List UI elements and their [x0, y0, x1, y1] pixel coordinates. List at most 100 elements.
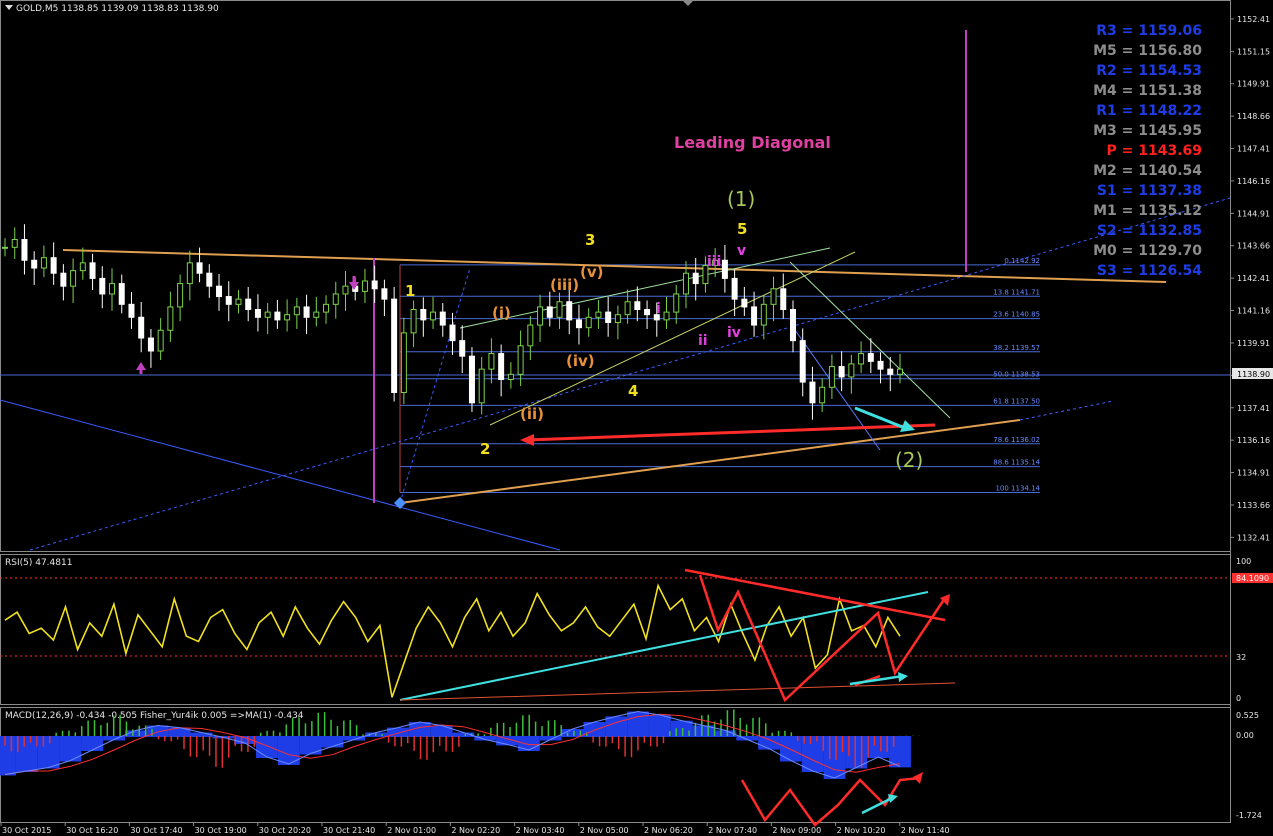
macd-axis-zero: 0.00 — [1236, 731, 1254, 740]
bull-candle — [109, 283, 116, 295]
price-tick-label: 1133.66 — [1237, 501, 1270, 510]
bear-candle — [128, 303, 135, 318]
bull-candle — [858, 353, 865, 365]
macd-bar — [37, 736, 60, 769]
minor-i-label: i — [656, 301, 661, 317]
price-tick-label: 1148.66 — [1237, 112, 1270, 121]
bull-candle — [313, 311, 320, 318]
bull-candle — [488, 353, 495, 370]
pivot-level-r1: R1 = 1148.22 — [1096, 103, 1202, 119]
price-tick-label: 1152.41 — [1237, 15, 1270, 24]
sub-wave-iii-label: (iii) — [550, 276, 579, 294]
bull-candle — [70, 270, 77, 287]
bull-candle — [284, 314, 291, 321]
fib-level-label: 38.2 1139.57 — [993, 344, 1040, 352]
bear-candle — [216, 285, 223, 298]
price-tick-label: 1132.41 — [1237, 533, 1270, 542]
bull-candle — [430, 311, 437, 321]
time-tick-label: 2 Nov 05:00 — [580, 826, 629, 835]
bear-candle — [867, 353, 874, 362]
time-tick-label: 2 Nov 02:20 — [451, 826, 500, 835]
bull-candle — [897, 368, 903, 375]
bear-candle — [566, 301, 573, 321]
bull-candle — [682, 272, 689, 295]
rsi-level-value: 84.1090 — [1236, 574, 1269, 583]
price-tick-label: 1142.41 — [1237, 274, 1270, 283]
bear-candle — [721, 259, 728, 279]
wave-1-label: 1 — [405, 282, 415, 300]
bear-candle — [391, 298, 398, 393]
price-tick-label: 1143.66 — [1237, 242, 1270, 251]
macd-bar — [15, 736, 38, 772]
bull-candle — [507, 373, 514, 381]
rsi-axis-0: 0 — [1236, 694, 1241, 703]
bear-candle — [692, 272, 699, 285]
bear-candle — [887, 368, 894, 375]
macd-axis-top: 0.525 — [1236, 711, 1259, 720]
macd-bar — [430, 725, 453, 737]
fib-level-label: 0 1142.92 — [1004, 257, 1040, 265]
bull-candle — [2, 246, 8, 249]
bull-candle — [177, 283, 184, 308]
bear-candle — [751, 306, 758, 326]
bear-candle — [381, 288, 388, 300]
bull-candle — [828, 366, 835, 388]
wave-4-label: 4 — [628, 382, 638, 400]
pivot-level-s2: S2 = 1132.85 — [1097, 223, 1202, 239]
fib-level-label: 88.6 1135.14 — [993, 459, 1040, 467]
bear-candle — [89, 262, 96, 279]
price-tick-label: 1151.15 — [1237, 48, 1270, 57]
time-tick-label: 30 Oct 20:20 — [259, 826, 311, 835]
bull-candle — [323, 303, 330, 313]
bear-candle — [634, 301, 641, 311]
price-tick-label: 1146.16 — [1237, 177, 1270, 186]
bull-candle — [527, 324, 534, 347]
bear-candle — [225, 296, 232, 305]
bear-candle — [420, 309, 427, 321]
price-tick-label: 1147.41 — [1237, 145, 1270, 154]
bear-candle — [741, 298, 748, 308]
wave-2-label: 2 — [480, 440, 490, 458]
bear-candle — [138, 316, 145, 339]
time-tick-label: 30 Oct 2015 — [2, 826, 51, 835]
bear-candle — [371, 280, 378, 290]
bear-candle — [99, 277, 106, 295]
wave-2-major-label: (2) — [895, 448, 923, 472]
rsi-header: RSI(5) 47.4811 — [5, 558, 72, 568]
bull-candle — [342, 285, 349, 295]
pivot-level-r2: R2 = 1154.53 — [1096, 63, 1202, 79]
macd-bar — [517, 736, 540, 751]
bear-candle — [206, 272, 213, 287]
pivot-level-m4: M4 = 1151.38 — [1093, 83, 1202, 99]
bull-candle — [556, 301, 563, 318]
bear-candle — [439, 311, 446, 326]
macd-bar — [648, 715, 671, 737]
bull-candle — [517, 345, 524, 375]
bear-candle — [498, 353, 505, 381]
bear-candle — [449, 324, 456, 342]
macd-bar — [867, 736, 890, 758]
bull-candle — [848, 363, 855, 378]
bear-candle — [254, 309, 261, 318]
macd-axis-bottom: -1.724 — [1236, 811, 1262, 820]
bear-candle — [644, 309, 651, 316]
pivot-level-p: P = 1143.69 — [1106, 143, 1202, 159]
mt4-chart-window[interactable]: 0 1142.92 13.8 1141.71 23.6 1140.85 38.2 11… — [0, 0, 1273, 836]
bull-candle — [264, 311, 271, 318]
sub-wave-iv-label: (iv) — [566, 352, 595, 370]
minor-v-label: v — [737, 243, 746, 259]
time-tick-label: 2 Nov 07:40 — [708, 826, 757, 835]
bull-candle — [537, 306, 544, 326]
price-tick-label: 1149.91 — [1237, 80, 1270, 89]
rsi-axis-100: 100 — [1236, 557, 1251, 566]
bear-candle — [799, 340, 806, 383]
price-tick-label: 1136.16 — [1237, 436, 1270, 445]
bull-candle — [79, 262, 86, 272]
bear-candle — [468, 355, 475, 404]
bear-candle — [303, 306, 310, 318]
fib-level-label: 78.6 1136.02 — [993, 436, 1040, 444]
macd-bar — [605, 716, 628, 737]
sub-wave-v-label: (v) — [580, 263, 604, 281]
bull-candle — [410, 309, 417, 334]
time-tick-label: 30 Oct 17:40 — [130, 826, 182, 835]
